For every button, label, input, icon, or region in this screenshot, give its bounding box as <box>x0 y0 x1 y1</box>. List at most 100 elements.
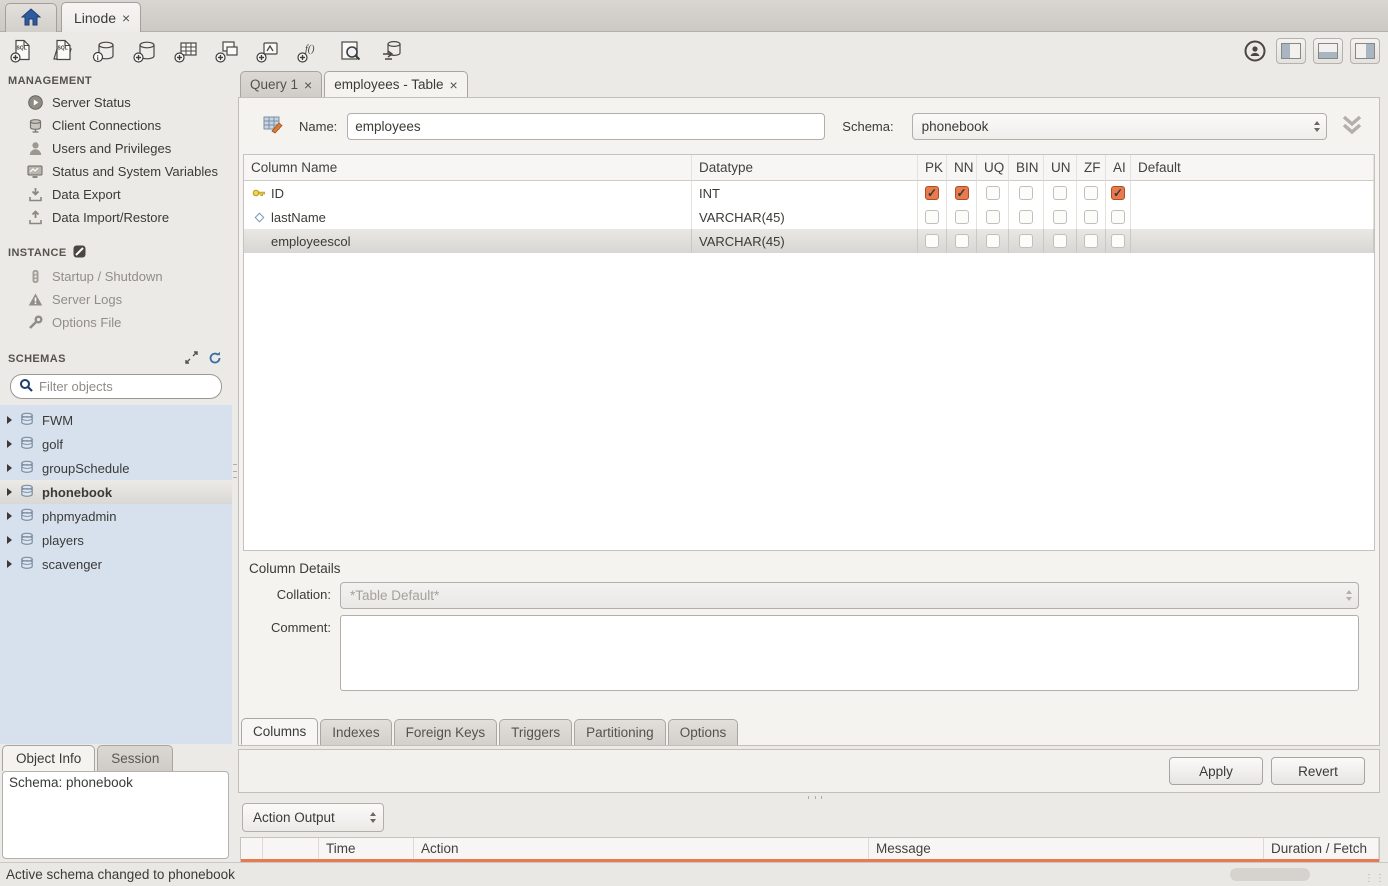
connection-tab[interactable]: Linode × <box>61 2 141 32</box>
output-header-message[interactable]: Message <box>869 838 1264 859</box>
tab-employees-table[interactable]: employees - Table× <box>324 71 468 97</box>
create-table-icon[interactable] <box>172 38 200 64</box>
flag-checkbox[interactable] <box>925 234 939 248</box>
schema-item-golf[interactable]: golf <box>0 432 232 456</box>
tab-session[interactable]: Session <box>97 745 173 771</box>
flag-checkbox[interactable] <box>955 210 969 224</box>
grid-header-column-name[interactable]: Column Name <box>244 155 692 181</box>
output-header-time[interactable]: Time <box>319 838 414 859</box>
flag-checkbox[interactable] <box>1053 234 1067 248</box>
close-icon[interactable]: × <box>304 78 312 92</box>
output-selector[interactable]: Action Output <box>242 803 384 832</box>
flag-checkbox[interactable] <box>1053 186 1067 200</box>
flag-checkbox[interactable]: ✓ <box>925 186 939 200</box>
datatype-cell[interactable]: VARCHAR(45) <box>692 205 918 229</box>
table-inspector-icon[interactable] <box>336 38 364 64</box>
flag-checkbox[interactable] <box>986 234 1000 248</box>
grid-header-datatype[interactable]: Datatype <box>692 155 918 181</box>
expander-icon[interactable] <box>7 560 12 568</box>
toggle-right-panel-icon[interactable] <box>1350 38 1380 64</box>
expander-icon[interactable] <box>7 440 12 448</box>
expand-schemas-icon[interactable] <box>185 351 198 367</box>
home-tab[interactable] <box>5 3 57 32</box>
flag-checkbox[interactable]: ✓ <box>1111 186 1125 200</box>
refresh-schemas-icon[interactable] <box>208 351 222 367</box>
flag-checkbox[interactable] <box>1111 234 1125 248</box>
data-transfer-icon[interactable] <box>377 38 405 64</box>
flag-checkbox[interactable] <box>1084 186 1098 200</box>
tab-indexes[interactable]: Indexes <box>320 719 391 745</box>
tab-columns[interactable]: Columns <box>241 718 318 745</box>
create-schema-icon[interactable] <box>131 38 159 64</box>
flag-checkbox[interactable] <box>1019 234 1033 248</box>
datatype-cell[interactable]: INT <box>692 181 918 205</box>
flag-checkbox[interactable] <box>1111 210 1125 224</box>
expander-icon[interactable] <box>7 416 12 424</box>
output-header-action[interactable]: Action <box>414 838 869 859</box>
close-icon[interactable]: × <box>450 78 458 92</box>
toggle-bottom-panel-icon[interactable] <box>1313 38 1343 64</box>
grid-header-uq[interactable]: UQ <box>977 155 1009 181</box>
flag-checkbox[interactable] <box>1084 210 1098 224</box>
flag-checkbox[interactable] <box>1053 210 1067 224</box>
sidebar-item-server-status[interactable]: Server Status <box>0 91 232 114</box>
flag-checkbox[interactable]: ✓ <box>955 186 969 200</box>
sidebar-item-data-export[interactable]: Data Export <box>0 183 232 206</box>
flag-checkbox[interactable] <box>986 210 1000 224</box>
default-cell[interactable] <box>1131 205 1374 229</box>
grid-header-zf[interactable]: ZF <box>1077 155 1106 181</box>
tab-query-1[interactable]: Query 1× <box>240 71 322 97</box>
schema-item-players[interactable]: players <box>0 528 232 552</box>
flag-checkbox[interactable] <box>955 234 969 248</box>
toggle-left-panel-icon[interactable] <box>1276 38 1306 64</box>
flag-checkbox[interactable] <box>1019 210 1033 224</box>
close-tab-icon[interactable]: × <box>122 11 130 25</box>
tab-partitioning[interactable]: Partitioning <box>574 719 666 745</box>
user-circle-icon[interactable] <box>1241 38 1269 64</box>
expander-icon[interactable] <box>7 464 12 472</box>
apply-button[interactable]: Apply <box>1169 757 1263 785</box>
column-row-employeescol[interactable]: employeescolVARCHAR(45) <box>244 229 1374 253</box>
schema-item-fwm[interactable]: FWM <box>0 408 232 432</box>
default-cell[interactable] <box>1131 229 1374 253</box>
output-header-blank[interactable] <box>241 838 263 859</box>
schema-item-scavenger[interactable]: scavenger <box>0 552 232 576</box>
expander-icon[interactable] <box>7 536 12 544</box>
grid-header-un[interactable]: UN <box>1044 155 1077 181</box>
grid-header-nn[interactable]: NN <box>947 155 977 181</box>
grid-header-ai[interactable]: AI <box>1106 155 1131 181</box>
comment-textarea[interactable] <box>340 615 1359 691</box>
schema-item-phpmyadmin[interactable]: phpmyadmin <box>0 504 232 528</box>
resize-grip[interactable]: ⋮⋮ <box>1364 873 1386 884</box>
grid-header-default[interactable]: Default <box>1131 155 1374 181</box>
schema-item-phonebook[interactable]: phonebook <box>0 480 232 504</box>
tab-triggers[interactable]: Triggers <box>499 719 572 745</box>
grid-header-bin[interactable]: BIN <box>1009 155 1044 181</box>
column-row-lastname[interactable]: lastNameVARCHAR(45) <box>244 205 1374 229</box>
flag-checkbox[interactable] <box>1084 234 1098 248</box>
expand-header-icon[interactable] <box>1339 114 1365 139</box>
create-function-icon[interactable]: f() <box>295 38 323 64</box>
filter-objects-input[interactable] <box>39 379 215 394</box>
tab-foreign-keys[interactable]: Foreign Keys <box>394 719 498 745</box>
open-sql-script-icon[interactable]: SQL <box>49 38 77 64</box>
db-info-icon[interactable]: i <box>90 38 118 64</box>
schema-select[interactable]: phonebook <box>912 113 1327 140</box>
column-row-id[interactable]: IDINT✓✓✓ <box>244 181 1374 205</box>
statusbar-scrollbar-thumb[interactable] <box>1230 868 1310 881</box>
filter-box[interactable] <box>10 374 222 399</box>
flag-checkbox[interactable] <box>925 210 939 224</box>
flag-checkbox[interactable] <box>986 186 1000 200</box>
grid-header-pk[interactable]: PK <box>918 155 947 181</box>
revert-button[interactable]: Revert <box>1271 757 1365 785</box>
sidebar-item-client-connections[interactable]: Client Connections <box>0 114 232 137</box>
create-view-icon[interactable] <box>213 38 241 64</box>
sidebar-item-users-and-privileges[interactable]: Users and Privileges <box>0 137 232 160</box>
sidebar-item-status-and-system-variables[interactable]: Status and System Variables <box>0 160 232 183</box>
output-header-blank[interactable] <box>263 838 319 859</box>
tab-object-info[interactable]: Object Info <box>2 745 95 771</box>
schema-item-groupschedule[interactable]: groupSchedule <box>0 456 232 480</box>
expander-icon[interactable] <box>7 488 12 496</box>
new-sql-tab-icon[interactable]: SQL <box>8 38 36 64</box>
datatype-cell[interactable]: VARCHAR(45) <box>692 229 918 253</box>
